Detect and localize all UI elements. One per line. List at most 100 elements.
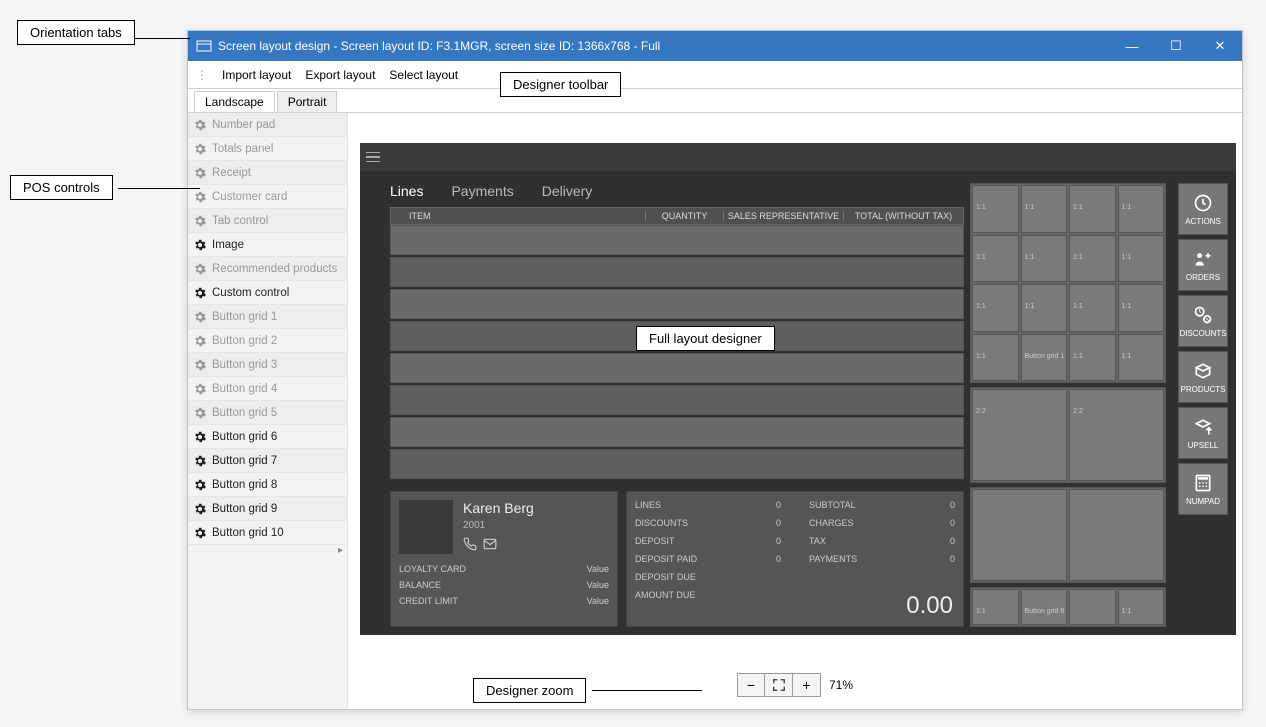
sidebar-pager[interactable]: ▸ <box>188 545 347 559</box>
sidebar-item[interactable]: Button grid 1 <box>188 305 347 329</box>
tab-portrait[interactable]: Portrait <box>277 91 338 112</box>
grid-cell[interactable]: 1:1 <box>972 235 1019 283</box>
tab-landscape[interactable]: Landscape <box>194 91 275 112</box>
maximize-button[interactable]: ☐ <box>1154 31 1198 61</box>
table-row[interactable] <box>390 417 964 447</box>
sidebar-item[interactable]: Custom control <box>188 281 347 305</box>
payments-value: 0 <box>950 554 955 564</box>
sidebar-item-label: Button grid 2 <box>212 335 277 347</box>
customer-card[interactable]: Karen Berg 2001 LOYALTY CARDValue BALANC… <box>390 491 618 627</box>
sidebar-item[interactable]: Button grid 6 <box>188 425 347 449</box>
button-grid-3[interactable] <box>970 487 1166 583</box>
import-layout-button[interactable]: Import layout <box>222 68 291 82</box>
table-row[interactable] <box>390 225 964 255</box>
table-row[interactable] <box>390 289 964 319</box>
grid-cell[interactable]: 1:1 <box>1118 235 1165 283</box>
grid-cell[interactable]: 1:1 <box>972 589 1019 625</box>
action-button-numpad[interactable]: NUMPAD <box>1178 463 1228 515</box>
grid-cell[interactable]: 1:1 <box>1021 235 1068 283</box>
grid-cell[interactable]: 2:2 <box>972 389 1067 481</box>
callout-line <box>592 690 702 691</box>
action-column: ACTIONSORDERSDISCOUNTS PRODUCTS UPSELL NUMP… <box>1178 183 1228 515</box>
sidebar-item[interactable]: Recommended products <box>188 257 347 281</box>
action-button-products[interactable]: PRODUCTS <box>1178 351 1228 403</box>
grid-cell[interactable]: 1:1 <box>1069 334 1116 382</box>
grid-cell[interactable]: 1:1 <box>1069 185 1116 233</box>
grid-cell[interactable]: 1:1 <box>1118 284 1165 332</box>
sidebar-item[interactable]: Receipt <box>188 161 347 185</box>
sidebar-item-label: Button grid 3 <box>212 359 277 371</box>
balance-label: BALANCE <box>399 580 441 590</box>
pos-tab-lines[interactable]: Lines <box>390 183 423 199</box>
sidebar-item[interactable]: Button grid 8 <box>188 473 347 497</box>
grid-cell[interactable]: 1:1 <box>1021 284 1068 332</box>
callout-orientation-tabs: Orientation tabs <box>17 20 135 45</box>
sidebar-item[interactable]: Button grid 4 <box>188 377 347 401</box>
grid-cell[interactable] <box>972 489 1067 581</box>
sidebar-item[interactable]: Button grid 2 <box>188 329 347 353</box>
sidebar-item[interactable]: Totals panel <box>188 137 347 161</box>
zoom-fit-button[interactable] <box>765 673 793 697</box>
sidebar-item[interactable]: Number pad <box>188 113 347 137</box>
sidebar-item[interactable]: Button grid 5 <box>188 401 347 425</box>
grid-cell[interactable]: 1:1 <box>1069 284 1116 332</box>
pos-tab-payments[interactable]: Payments <box>451 183 513 199</box>
grid-cell[interactable]: 1:1 <box>1021 185 1068 233</box>
pos-tab-delivery[interactable]: Delivery <box>542 183 593 199</box>
totals-panel[interactable]: LINES0 DISCOUNTS0 DEPOSIT0 DEPOSIT PAID0… <box>626 491 964 627</box>
grid-cell[interactable]: 1:1 <box>972 284 1019 332</box>
table-row[interactable] <box>390 257 964 287</box>
grid-cell[interactable]: Button grid 1 <box>1021 334 1068 382</box>
lines-value: 0 <box>776 500 781 510</box>
grid-cell[interactable]: 1:1 <box>1118 589 1165 625</box>
button-grid-2[interactable]: 2:22:2 <box>970 387 1166 483</box>
grid-cell[interactable]: 1:1 <box>972 185 1019 233</box>
customer-name: Karen Berg <box>463 500 534 516</box>
button-grid-1[interactable]: 1:11:11:11:11:11:11:11:11:11:11:11:11:1B… <box>970 183 1166 383</box>
action-label: NUMPAD <box>1186 497 1220 506</box>
minimize-button[interactable]: — <box>1110 31 1154 61</box>
table-row[interactable] <box>390 449 964 479</box>
action-button-upsell[interactable]: UPSELL <box>1178 407 1228 459</box>
grid-cell[interactable]: Button grid 8 <box>1021 589 1068 625</box>
close-button[interactable]: ✕ <box>1198 31 1242 61</box>
zoom-out-button[interactable]: − <box>737 673 765 697</box>
grid-cell[interactable]: 2:2 <box>1069 389 1164 481</box>
export-layout-button[interactable]: Export layout <box>305 68 375 82</box>
sidebar-item-label: Custom control <box>212 287 289 299</box>
sidebar-item-label: Image <box>212 239 244 251</box>
layout-designer[interactable]: Lines Payments Delivery ITEM QUANTITY SA… <box>360 143 1236 635</box>
action-button-discounts[interactable]: DISCOUNTS <box>1178 295 1228 347</box>
grid-cell[interactable]: 1:1 <box>1118 334 1165 382</box>
callout-pos-controls: POS controls <box>10 175 113 200</box>
grid-cell[interactable] <box>1069 589 1116 625</box>
hamburger-icon[interactable] <box>366 152 380 163</box>
sidebar-item[interactable]: Tab control <box>188 209 347 233</box>
sidebar-item[interactable]: Button grid 7 <box>188 449 347 473</box>
sidebar-item[interactable]: Button grid 9 <box>188 497 347 521</box>
button-grid-8[interactable]: 1:1Button grid 81:1 <box>970 587 1166 627</box>
action-button-orders[interactable]: ORDERS <box>1178 239 1228 291</box>
action-button-actions[interactable]: ACTIONS <box>1178 183 1228 235</box>
discounts-label: DISCOUNTS <box>635 518 688 528</box>
sidebar-item[interactable]: Button grid 10 <box>188 521 347 545</box>
mail-icon[interactable] <box>483 537 497 551</box>
grid-cell[interactable]: 1:1 <box>1069 235 1116 283</box>
select-layout-button[interactable]: Select layout <box>389 68 458 82</box>
grid-cell[interactable] <box>1069 489 1164 581</box>
deposit-value: 0 <box>776 536 781 546</box>
window-buttons: — ☐ ✕ <box>1110 31 1242 61</box>
table-row[interactable] <box>390 385 964 415</box>
sidebar-item[interactable]: Button grid 3 <box>188 353 347 377</box>
action-label: UPSELL <box>1188 441 1219 450</box>
sidebar-item[interactable]: Customer card <box>188 185 347 209</box>
grid-cell[interactable]: 1:1 <box>1118 185 1165 233</box>
sidebar-item-label: Button grid 1 <box>212 311 277 323</box>
action-label: PRODUCTS <box>1181 385 1226 394</box>
phone-icon[interactable] <box>463 537 477 551</box>
grid-cell[interactable]: 1:1 <box>972 334 1019 382</box>
tax-label: TAX <box>809 536 826 546</box>
zoom-in-button[interactable]: + <box>793 673 821 697</box>
sidebar-item[interactable]: Image <box>188 233 347 257</box>
table-row[interactable] <box>390 353 964 383</box>
